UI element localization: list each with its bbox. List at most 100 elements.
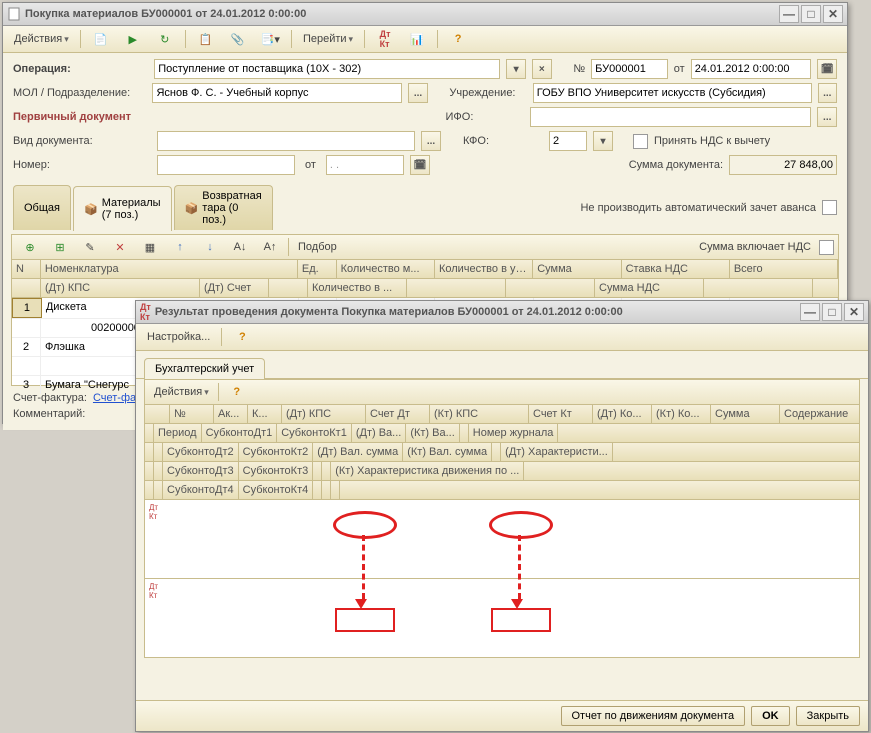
calendar-icon[interactable]: 🗓 [817, 59, 837, 79]
invoice-link[interactable]: Счет-фак [93, 392, 141, 404]
minimize-button[interactable]: — [779, 5, 799, 23]
table-row[interactable]: Стэплер (130 листов) АИСТ 3 776,00 Приоб… [145, 542, 859, 560]
settings-button[interactable]: Настройка... [142, 326, 215, 348]
col-n[interactable]: N [12, 260, 41, 278]
basedon-icon[interactable]: 📑▾ [256, 28, 285, 50]
grid-header-row1: N Номенклатура Ед. Количество м... Колич… [12, 260, 838, 279]
copy-icon[interactable]: 📋 [192, 28, 220, 50]
maximize-button[interactable]: □ [801, 5, 821, 23]
kfo-dropdown[interactable]: ▾ [593, 131, 613, 151]
form-area: Операция: Поступление от поставщика (10Х… [3, 53, 847, 185]
edit-row-icon[interactable]: ✎ [76, 236, 104, 258]
move-down-icon[interactable]: ↓ [196, 236, 224, 258]
maximize-button[interactable]: □ [822, 303, 842, 321]
operation-clear[interactable]: × [532, 59, 552, 79]
table-icon[interactable]: ▦ [136, 236, 164, 258]
delete-row-icon[interactable]: ✕ [106, 236, 134, 258]
nds-deduct-label: Принять НДС к вычету [654, 135, 770, 147]
col-dtkps[interactable]: (Дт) КПС [41, 279, 200, 297]
post-icon[interactable]: ▶ [119, 28, 147, 50]
table-row[interactable]: ДтКт 7 ✓ 2 002000000... 105.36 002000000… [145, 500, 859, 524]
org-select[interactable]: ... [818, 83, 837, 103]
help-icon[interactable]: ? [228, 326, 256, 348]
doctype-select[interactable]: ... [421, 131, 441, 151]
operation-dropdown[interactable]: ▾ [506, 59, 526, 79]
col-dtacc[interactable]: (Дт) Счет [200, 279, 269, 297]
nds-deduct-checkbox[interactable] [633, 134, 648, 149]
move-up-icon[interactable]: ↑ [166, 236, 194, 258]
kfo-label: КФО: [463, 135, 543, 147]
from-date-input[interactable]: . . [326, 155, 404, 175]
grid-toolbar: ⊕ ⊞ ✎ ✕ ▦ ↑ ↓ A↓ A↑ Подбор Сумма включае… [12, 235, 838, 260]
copy-row-icon[interactable]: ⊞ [46, 236, 74, 258]
no-auto-offset-checkbox[interactable] [822, 200, 837, 215]
sort-desc-icon[interactable]: A↑ [256, 236, 284, 258]
table-row[interactable]: Яснов Ф. С. - Учебный ... Договор (покуп… [145, 560, 859, 579]
ok-button[interactable]: OK [751, 706, 790, 726]
table-row[interactable]: АИСТ [145, 621, 859, 639]
close-button[interactable]: ✕ [844, 303, 864, 321]
goto-menu[interactable]: Перейти [298, 28, 358, 50]
sum-incl-nds-checkbox[interactable] [819, 240, 834, 255]
mol-select[interactable]: ... [408, 83, 427, 103]
minimize-button[interactable]: — [800, 303, 820, 321]
doc-icon [7, 7, 21, 21]
col-nom[interactable]: Номенклатура [41, 260, 298, 278]
refresh-icon[interactable]: ↻ [151, 28, 179, 50]
doctype-input[interactable] [157, 131, 415, 151]
tab-materials[interactable]: 📦 Материалы (7 поз.) [73, 186, 172, 231]
report-icon[interactable]: 📊 [403, 28, 431, 50]
save-icon[interactable]: 📄 [87, 28, 115, 50]
sort-asc-icon[interactable]: A↓ [226, 236, 254, 258]
grid-header-row2: (Дт) КПС (Дт) Счет Количество в ... Сумм… [12, 279, 838, 298]
docdate-input[interactable]: 24.01.2012 0:00:00 [691, 59, 812, 79]
col-qtysub[interactable]: Количество в ... [308, 279, 407, 297]
primary-doc-label: Первичный документ [13, 111, 148, 123]
col-total[interactable]: Всего [730, 260, 838, 278]
org-input[interactable]: ГОБУ ВПО Университет искусств (Субсидия) [533, 83, 812, 103]
report-button[interactable]: Отчет по движениям документа [561, 706, 746, 726]
mol-input[interactable]: Яснов Ф. С. - Учебный корпус [152, 83, 402, 103]
table-row[interactable]: 24.01.2012 0:00:00 Дискета За плату [145, 603, 859, 621]
docno-input[interactable]: БУ000001 [591, 59, 668, 79]
tab-accounting[interactable]: Бухгалтерский учет [144, 358, 265, 379]
docno-label: № [573, 63, 585, 75]
mol-label: МОЛ / Подразделение: [13, 87, 146, 99]
tab-general[interactable]: Общая [13, 185, 71, 230]
add-row-icon[interactable]: ⊕ [16, 236, 44, 258]
tab-returnable[interactable]: 📦 Возвратная тара (0 поз.) [174, 185, 273, 230]
number-label: Номер: [13, 159, 151, 171]
col-sum[interactable]: Сумма [533, 260, 621, 278]
result-footer: Отчет по движениям документа OK Закрыть [136, 700, 868, 731]
invoice-label: Счет-фактура: [13, 392, 87, 404]
col-ndsrate[interactable]: Ставка НДС [622, 260, 730, 278]
col-qtym[interactable]: Количество м... [337, 260, 435, 278]
help-icon[interactable]: ? [223, 381, 251, 403]
select-button[interactable]: Подбор [293, 236, 342, 258]
close-button[interactable]: Закрыть [796, 706, 860, 726]
help-icon[interactable]: ? [444, 28, 472, 50]
ifo-select[interactable]: ... [817, 107, 837, 127]
actions-menu[interactable]: Действия [9, 28, 74, 50]
doctype-label: Вид документа: [13, 135, 151, 147]
dtkt-icon[interactable]: ДтКт [371, 28, 399, 50]
ifo-input[interactable] [530, 107, 812, 127]
kfo-input[interactable]: 2 [549, 131, 587, 151]
operation-combo[interactable]: Поступление от поставщика (10Х - 302) [154, 59, 500, 79]
close-button[interactable]: ✕ [823, 5, 843, 23]
table-row[interactable]: ДтКт 8 ✓ Н10 НПВ 50,000 708,00 Поступлен… [145, 579, 859, 604]
no-auto-offset-label: Не производить автоматический зачет аван… [580, 202, 816, 214]
col-qtyacc[interactable]: Количество в учетных ... [435, 260, 533, 278]
table-row[interactable]: Договор (покупка канц... [145, 639, 859, 657]
col-ndssum[interactable]: Сумма НДС [595, 279, 704, 297]
window-title: Покупка материалов БУ000001 от 24.01.201… [25, 8, 777, 20]
col-unit[interactable]: Ед. [298, 260, 337, 278]
docdate-from: от [674, 63, 685, 75]
from-date-cal[interactable]: 🗓 [410, 155, 430, 175]
comment-label: Комментарий: [13, 408, 85, 420]
result-titlebar: ДтКт Результат проведения документа Поку… [136, 301, 868, 324]
actions-menu[interactable]: Действия [149, 381, 214, 403]
paste-icon[interactable]: 📎 [224, 28, 252, 50]
number-input[interactable] [157, 155, 295, 175]
table-row[interactable]: 24.01.2012 0:00:00 340 730 RUB 4 [145, 524, 859, 542]
